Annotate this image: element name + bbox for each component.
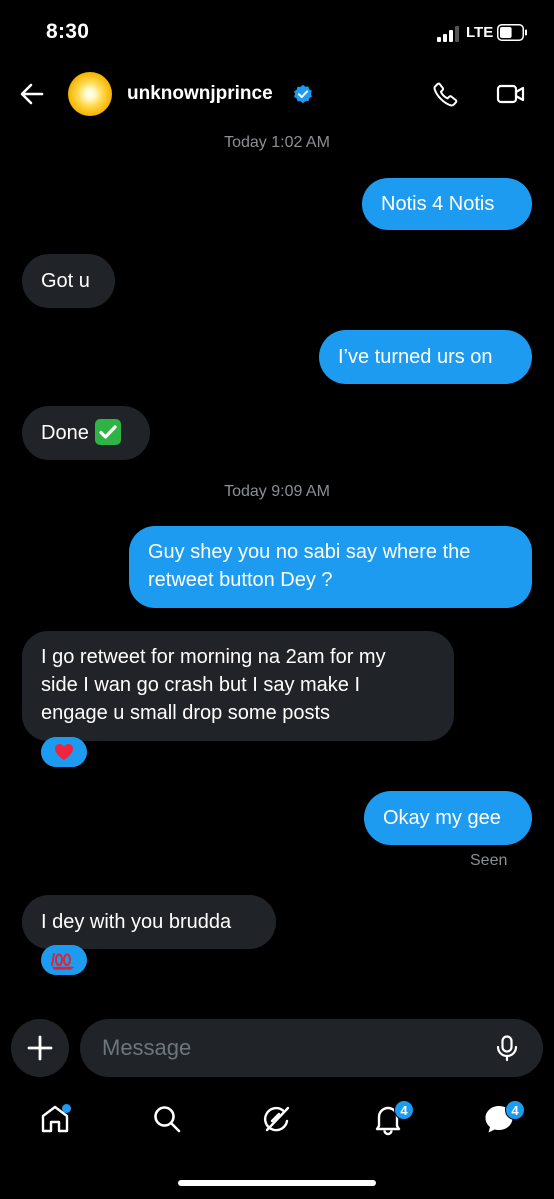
outgoing-message[interactable]: Notis 4 Notis: [362, 178, 532, 230]
incoming-message[interactable]: Done: [22, 406, 150, 460]
battery-icon: [497, 24, 527, 41]
message-timestamp: Today 9:09 AM: [224, 483, 330, 500]
message-text-line: I go retweet for morning na 2am for my: [41, 646, 386, 668]
phone-call-icon[interactable]: [432, 80, 460, 108]
incoming-message[interactable]: I dey with you brudda: [22, 895, 276, 949]
message-text: I dey with you brudda: [41, 911, 232, 933]
home-unread-dot: [62, 1104, 71, 1113]
read-receipt: Seen: [470, 852, 508, 869]
message-reaction[interactable]: [41, 737, 87, 767]
message-input[interactable]: [102, 1019, 482, 1077]
verified-badge-icon: [294, 84, 312, 104]
video-call-icon[interactable]: [496, 80, 526, 108]
message-text-line: side I wan go crash but I say make I: [41, 674, 361, 696]
cellular-signal-icon: [437, 26, 459, 42]
plus-icon: [27, 1035, 53, 1061]
back-arrow-icon[interactable]: [18, 80, 46, 108]
outgoing-message[interactable]: Okay my gee: [364, 791, 532, 845]
microphone-icon[interactable]: [493, 1034, 521, 1062]
message-text-line: Guy shey you no sabi say where the: [148, 541, 471, 563]
message-timestamp: Today 1:02 AM: [224, 134, 330, 151]
add-attachment-button[interactable]: [11, 1019, 69, 1077]
grok-icon[interactable]: [260, 1102, 294, 1136]
message-text: Done: [41, 422, 89, 444]
home-indicator: [178, 1180, 376, 1186]
search-icon[interactable]: [150, 1102, 184, 1136]
incoming-message[interactable]: Got u: [22, 254, 115, 308]
bottom-navigation: 4 4: [0, 1092, 554, 1152]
dm-conversation-screen: 8:30 LTE unknownjprince Today 1:02 AM No…: [0, 0, 554, 1199]
message-text: Okay my gee: [383, 807, 501, 829]
notifications-badge: 4: [394, 1100, 414, 1120]
conversation-header: unknownjprince: [0, 64, 554, 124]
red-heart-icon: [55, 744, 73, 760]
message-text: I’ve turned urs on: [338, 346, 493, 368]
message-reaction[interactable]: [41, 945, 87, 975]
message-composer: [80, 1019, 543, 1077]
check-mark-emoji-icon: [94, 419, 121, 445]
incoming-message[interactable]: I go retweet for morning na 2am for my s…: [22, 631, 454, 741]
outgoing-message[interactable]: I’ve turned urs on: [319, 330, 532, 384]
message-text: Notis 4 Notis: [381, 193, 495, 215]
message-text-line: retweet button Dey ?: [148, 569, 333, 591]
avatar[interactable]: [68, 72, 112, 116]
message-text-line: engage u small drop some posts: [41, 702, 331, 724]
status-time: 8:30: [46, 20, 90, 43]
username[interactable]: unknownjprince: [127, 83, 273, 105]
hundred-points-icon: [51, 953, 74, 970]
network-type: LTE: [466, 24, 494, 41]
status-bar: 8:30 LTE: [0, 0, 554, 64]
outgoing-message[interactable]: Guy shey you no sabi say where the retwe…: [129, 526, 532, 608]
message-text: Got u: [41, 270, 90, 292]
messages-badge: 4: [505, 1100, 525, 1120]
